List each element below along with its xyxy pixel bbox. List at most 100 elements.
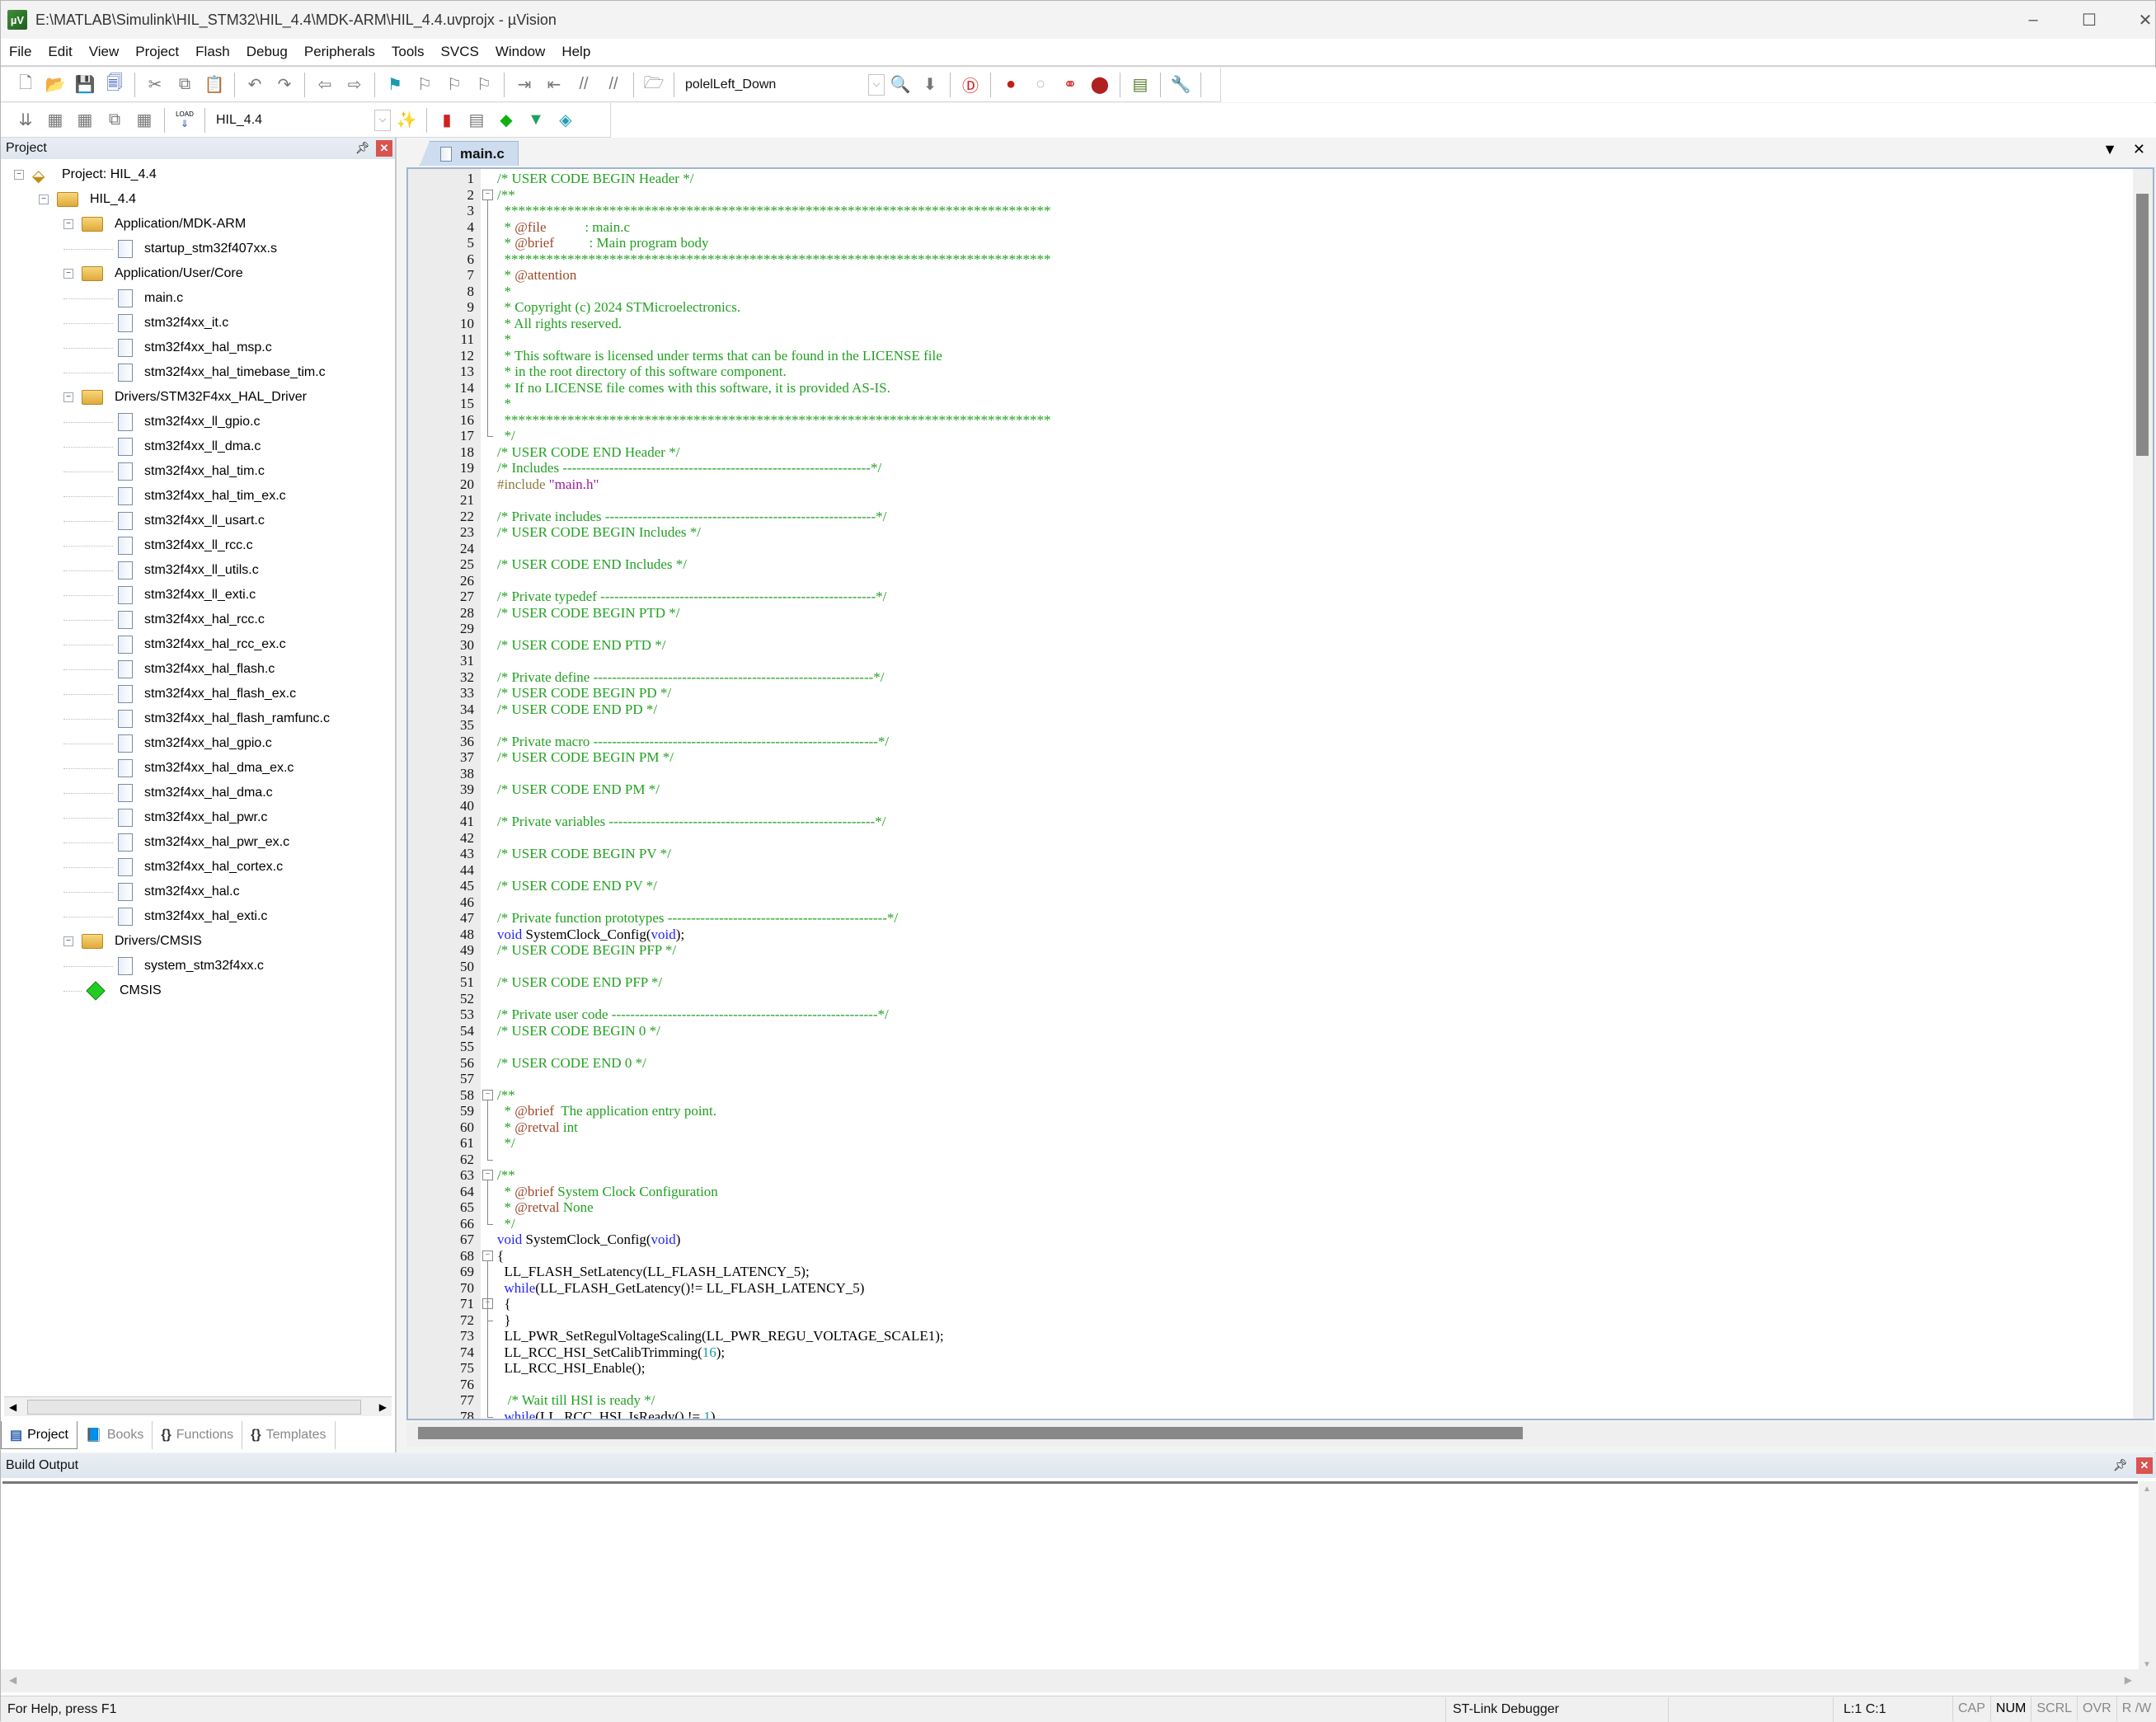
prev-bookmark-icon[interactable]: ⚐ [412,73,437,97]
target-select[interactable]: HIL_4.4 ⌵ [210,108,392,133]
uncomment-icon[interactable]: // [601,73,626,97]
collapse-toggle-icon[interactable]: − [63,269,73,279]
close-build-output-button[interactable]: ✕ [2136,1457,2153,1474]
indent-icon[interactable]: ⇥ [512,73,537,97]
tree-item-folder[interactable]: − Application/MDK-ARM [63,212,246,237]
tree-item-file[interactable]: stm32f4xx_hal_cortex.c [63,855,283,880]
fold-toggle-icon[interactable]: − [482,189,493,200]
tree-item-file[interactable]: stm32f4xx_hal_flash_ex.c [63,682,296,706]
next-bookmark-icon[interactable]: ⚐ [442,73,467,97]
tree-item-file[interactable]: stm32f4xx_hal_tim_ex.c [63,484,286,509]
maximize-button[interactable]: ☐ [2060,1,2118,39]
disable-all-breakpoints-icon[interactable]: ⚭ [1058,73,1083,97]
redo-icon[interactable]: ↷ [272,73,297,97]
kill-breakpoints-icon[interactable]: ⬤ [1087,73,1112,97]
menu-help[interactable]: Help [561,44,590,60]
tree-item-file[interactable]: stm32f4xx_ll_rcc.c [63,533,253,558]
find-combo[interactable]: polelLeft_Down ⌵ [679,73,885,97]
tree-item-file[interactable]: stm32f4xx_hal_dma_ex.c [63,756,294,781]
scroll-up-icon[interactable]: ▲ [2143,1485,2151,1494]
tree-item-file[interactable]: stm32f4xx_ll_gpio.c [63,410,261,434]
translate-icon[interactable]: ⇊ [13,108,38,133]
tree-item-folder[interactable]: − Drivers/STM32F4xx_HAL_Driver [63,385,307,410]
batch-build-icon[interactable]: ⧉ [102,108,127,133]
tree-item-file[interactable]: system_stm32f4xx.c [63,954,264,978]
tree-item-file[interactable]: stm32f4xx_hal_flash_ramfunc.c [63,706,330,731]
close-button[interactable]: ✕ [2116,1,2156,39]
bookmark-icon[interactable]: ⚑ [383,73,407,97]
tree-item-file[interactable]: stm32f4xx_hal_pwr_ex.c [63,830,289,855]
minimize-button[interactable]: – [2004,1,2062,39]
tree-item-file[interactable]: stm32f4xx_ll_exti.c [63,583,256,608]
fold-toggle-icon[interactable]: − [482,1089,493,1100]
tree-item-file[interactable]: startup_stm32f407xx.s [63,237,277,261]
comment-icon[interactable]: // [571,73,596,97]
new-file-icon[interactable]: 🗋 [13,73,38,97]
scrollbar-thumb[interactable] [418,1427,1523,1439]
manage-run-time-env-icon[interactable]: ◆ [494,108,519,133]
tab-list-dropdown-icon[interactable]: ▼ [2102,141,2117,157]
unindent-icon[interactable]: ⇤ [542,73,566,97]
undo-icon[interactable]: ↶ [242,73,267,97]
incremental-find-icon[interactable]: ⬇ [918,73,942,97]
tab-books[interactable]: 📘 Books [78,1421,153,1449]
scroll-left-icon[interactable]: ◀ [9,1674,16,1686]
pin-icon[interactable]: 📌︎ [2113,1458,2128,1472]
tree-item-folder[interactable]: − Drivers/CMSIS [63,929,202,954]
tab-project[interactable]: ▤ Project [1,1421,78,1449]
tree-item-file[interactable]: stm32f4xx_hal_tim.c [63,459,265,484]
build-output-vertical-scrollbar[interactable]: ▲ ▼ [2139,1481,2156,1673]
chevron-down-icon[interactable]: ⌵ [374,109,391,131]
manage-components-icon[interactable]: ▮ [434,108,459,133]
tree-item-target[interactable]: − HIL_4.4 [39,187,136,212]
pack-installer-icon[interactable]: ◈ [553,108,578,133]
menu-debug[interactable]: Debug [247,44,288,60]
clear-bookmarks-icon[interactable]: ⚐ [472,73,496,97]
cut-icon[interactable]: ✂ [143,73,167,97]
build-output-text[interactable] [2,1481,2138,1669]
menu-peripherals[interactable]: Peripherals [304,44,375,60]
menu-file[interactable]: File [9,44,31,60]
tree-item-file[interactable]: stm32f4xx_it.c [63,311,228,335]
scroll-left-icon[interactable]: ◀ [9,1401,16,1413]
build-output-horizontal-scrollbar[interactable]: ◀ ▶ [1,1669,2156,1692]
tree-item-file[interactable]: stm32f4xx_hal_timebase_tim.c [63,360,326,385]
file-extensions-icon[interactable]: ▤ [464,108,489,133]
tree-item-file[interactable]: stm32f4xx_hal_msp.c [63,335,272,360]
tab-main-c[interactable]: main.c [420,141,519,166]
menu-view[interactable]: View [89,44,120,60]
copy-icon[interactable]: ⧉ [172,73,197,97]
find-in-files-icon[interactable]: 🗁 [641,73,666,97]
collapse-toggle-icon[interactable]: − [39,195,49,204]
scrollbar-thumb[interactable] [2136,194,2149,456]
window-layout-icon[interactable]: ▤ [1128,73,1153,97]
close-editor-icon[interactable]: ✕ [2133,141,2145,157]
tree-item-file[interactable]: stm32f4xx_hal_rcc.c [63,608,265,632]
navigate-back-icon[interactable]: ⇦ [312,73,337,97]
tree-item-folder[interactable]: − Application/User/Core [63,261,243,286]
collapse-toggle-icon[interactable]: − [14,170,24,180]
tree-item-file[interactable]: stm32f4xx_ll_usart.c [63,509,265,533]
scroll-down-icon[interactable]: ▼ [2143,1660,2151,1669]
menu-tools[interactable]: Tools [392,44,425,60]
paste-icon[interactable]: 📋 [202,73,227,97]
close-project-panel-button[interactable]: ✕ [376,140,392,157]
scroll-right-icon[interactable]: ▶ [379,1401,387,1413]
scrollbar-thumb[interactable] [27,1399,361,1415]
tree-item-file[interactable]: stm32f4xx_hal_dma.c [63,781,273,805]
editor-horizontal-scrollbar[interactable] [406,1422,2154,1447]
select-software-packs-icon[interactable]: ▼ [524,108,548,133]
chevron-down-icon[interactable]: ⌵ [868,73,885,96]
tree-item-file[interactable]: stm32f4xx_ll_dma.c [63,434,261,459]
scroll-right-icon[interactable]: ▶ [2125,1674,2132,1686]
fold-toggle-icon[interactable]: − [482,1170,493,1180]
pin-icon[interactable]: 📌︎ [355,141,370,155]
tree-item-file[interactable]: stm32f4xx_hal_rcc_ex.c [63,632,286,657]
debug-session-icon[interactable]: Ⓓ [958,73,983,97]
tree-item-file[interactable]: stm32f4xx_hal_pwr.c [63,805,267,830]
stop-build-icon[interactable]: ▦ [132,108,157,133]
navigate-forward-icon[interactable]: ⇨ [342,73,367,97]
open-file-icon[interactable]: 📂 [43,73,68,97]
find-icon[interactable]: 🔍 [888,73,913,97]
tree-item-file[interactable]: stm32f4xx_hal.c [63,880,240,904]
